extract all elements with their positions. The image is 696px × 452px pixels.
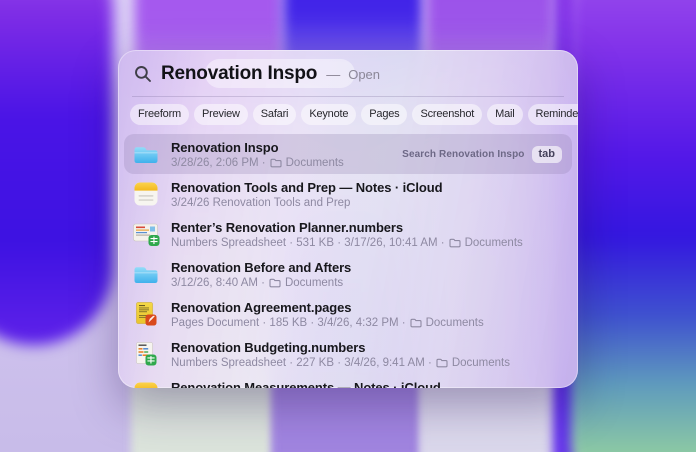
- result-title: Renovation Budgeting.numbers: [171, 339, 510, 356]
- result-row-renovation-budgeting[interactable]: Renovation Budgeting.numbers Numbers Spr…: [124, 334, 572, 374]
- tab-key-badge: tab: [532, 146, 563, 163]
- result-row-renovation-before-and-afters[interactable]: Renovation Before and Afters 3/12/26, 8:…: [124, 254, 572, 294]
- result-meta: Numbers Spreadsheet · 227 KB · 3/4/26, 9…: [171, 356, 510, 370]
- result-title: Renovation Before and Afters: [171, 259, 351, 276]
- blue-folder-icon: [132, 144, 160, 165]
- filter-screenshot[interactable]: Screenshot: [412, 104, 482, 125]
- result-meta: 3/28/26, 2:06 PM · Documents: [171, 156, 344, 170]
- filter-mail[interactable]: Mail: [487, 104, 522, 125]
- result-row-renovation-agreement[interactable]: Renovation Agreement.pages Pages Documen…: [124, 294, 572, 334]
- documents-folder-icon: [436, 358, 448, 368]
- documents-folder-icon: [449, 238, 461, 248]
- autocomplete-hint: — Open: [326, 66, 380, 82]
- filter-freeform[interactable]: Freeform: [130, 104, 189, 125]
- search-icon: [134, 65, 152, 83]
- documents-folder-icon: [270, 158, 282, 168]
- blue-folder-icon: [132, 264, 160, 285]
- filter-preview[interactable]: Preview: [194, 104, 248, 125]
- filter-pages[interactable]: Pages: [361, 104, 407, 125]
- notes-icon: [132, 382, 160, 388]
- result-title: Renovation Tools and Prep — Notes · iClo…: [171, 179, 442, 196]
- result-row-renters-renovation-planner[interactable]: Renter’s Renovation Planner.numbers Numb…: [124, 214, 572, 254]
- filter-safari[interactable]: Safari: [253, 104, 297, 125]
- desktop: Renovation Inspo — Open Freeform Preview…: [0, 0, 696, 452]
- result-title: Renovation Measurements — Notes · iCloud: [171, 379, 441, 389]
- result-meta: Numbers Spreadsheet · 531 KB · 3/17/26, …: [171, 236, 523, 250]
- result-row-renovation-inspo[interactable]: Renovation Inspo 3/28/26, 2:06 PM · Docu…: [124, 134, 572, 174]
- hint-action: Open: [348, 67, 380, 82]
- numbers-spreadsheet-icon: [132, 223, 160, 246]
- search-input[interactable]: Renovation Inspo: [161, 63, 317, 85]
- spotlight-search-bar[interactable]: Renovation Inspo — Open: [118, 50, 578, 96]
- result-meta: Pages Document · 185 KB · 3/4/26, 4:32 P…: [171, 316, 484, 330]
- result-title: Renter’s Renovation Planner.numbers: [171, 219, 523, 236]
- notes-icon: [132, 182, 160, 206]
- result-row-renovation-measurements[interactable]: Renovation Measurements — Notes · iCloud: [124, 374, 572, 388]
- documents-folder-icon: [410, 318, 422, 328]
- wallpaper-capsule-right: [571, 0, 696, 452]
- documents-folder-icon: [269, 278, 281, 288]
- filter-reminders[interactable]: Reminders: [528, 104, 578, 125]
- result-meta: 3/24/26 Renovation Tools and Prep: [171, 196, 442, 210]
- filter-keynote[interactable]: Keynote: [301, 104, 356, 125]
- accessory-label: Search Renovation Inspo: [402, 149, 524, 160]
- wallpaper-capsule-left: [0, 0, 113, 345]
- numbers-spreadsheet-icon: [132, 342, 160, 366]
- search-results: Renovation Inspo 3/28/26, 2:06 PM · Docu…: [118, 131, 578, 388]
- hint-dash: —: [326, 66, 340, 82]
- result-title: Renovation Inspo: [171, 139, 344, 156]
- pages-document-icon: [132, 302, 160, 326]
- search-accessory: Search Renovation Inspo tab: [402, 146, 562, 163]
- spotlight-window: Renovation Inspo — Open Freeform Preview…: [118, 50, 578, 388]
- result-meta: 3/12/26, 8:40 AM · Documents: [171, 276, 351, 290]
- result-row-renovation-tools-and-prep[interactable]: Renovation Tools and Prep — Notes · iClo…: [124, 174, 572, 214]
- filter-pills: Freeform Preview Safari Keynote Pages Sc…: [118, 97, 578, 131]
- result-title: Renovation Agreement.pages: [171, 299, 484, 316]
